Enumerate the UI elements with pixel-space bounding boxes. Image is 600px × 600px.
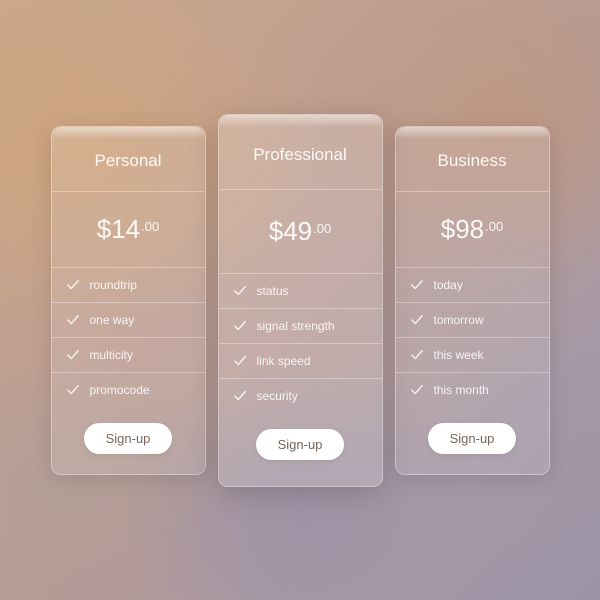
feature-item: multicity [52,338,205,373]
feature-label: one way [90,313,135,327]
pricing-card-professional: Professional $49.00 status signal streng… [218,114,383,487]
price-amount: $49 [269,216,312,246]
price-amount: $14 [97,214,140,244]
check-icon [410,383,424,397]
plan-title: Business [396,127,549,192]
feature-label: this week [434,348,484,362]
check-icon [66,278,80,292]
feature-item: status [219,274,382,309]
feature-label: tomorrow [434,313,484,327]
price-cents: .00 [141,219,159,234]
cta-wrap: Sign-up [219,413,382,486]
feature-label: signal strength [257,319,335,333]
feature-label: multicity [90,348,133,362]
check-icon [410,278,424,292]
feature-list: status signal strength link speed securi… [219,274,382,413]
signup-button[interactable]: Sign-up [428,423,517,454]
feature-label: status [257,284,289,298]
feature-label: roundtrip [90,278,137,292]
plan-title: Professional [219,115,382,190]
feature-item: one way [52,303,205,338]
feature-item: roundtrip [52,268,205,303]
pricing-card-business: Business $98.00 today tomorrow this week… [395,126,550,475]
plan-title: Personal [52,127,205,192]
feature-label: promocode [90,383,150,397]
check-icon [233,389,247,403]
price-cents: .00 [313,221,331,236]
feature-list: roundtrip one way multicity promocode [52,268,205,407]
signup-button[interactable]: Sign-up [256,429,345,460]
check-icon [410,348,424,362]
feature-item: security [219,379,382,413]
feature-item: link speed [219,344,382,379]
check-icon [233,284,247,298]
feature-item: today [396,268,549,303]
check-icon [66,348,80,362]
feature-label: today [434,278,463,292]
feature-item: tomorrow [396,303,549,338]
feature-list: today tomorrow this week this month [396,268,549,407]
cta-wrap: Sign-up [396,407,549,474]
feature-item: this week [396,338,549,373]
plan-price: $49.00 [219,190,382,274]
signup-button[interactable]: Sign-up [84,423,173,454]
price-amount: $98 [441,214,484,244]
plan-price: $98.00 [396,192,549,268]
check-icon [66,313,80,327]
price-cents: .00 [485,219,503,234]
check-icon [233,354,247,368]
feature-item: promocode [52,373,205,407]
check-icon [66,383,80,397]
feature-label: this month [434,383,489,397]
feature-item: signal strength [219,309,382,344]
check-icon [233,319,247,333]
pricing-card-personal: Personal $14.00 roundtrip one way multic… [51,126,206,475]
feature-label: link speed [257,354,311,368]
plan-price: $14.00 [52,192,205,268]
feature-item: this month [396,373,549,407]
check-icon [410,313,424,327]
feature-label: security [257,389,298,403]
cta-wrap: Sign-up [52,407,205,474]
